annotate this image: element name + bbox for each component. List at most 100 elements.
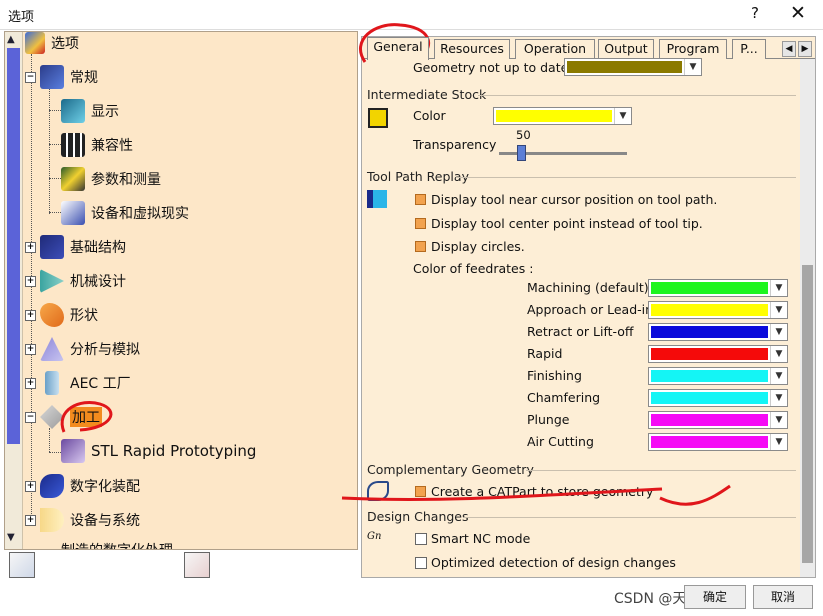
feedrate-label: Approach or Lead-in bbox=[527, 302, 654, 317]
feedrate-color-swatch bbox=[651, 304, 768, 316]
expand-icon[interactable]: + bbox=[25, 309, 36, 321]
chevron-down-icon[interactable]: ▼ bbox=[770, 324, 787, 340]
infrastructure-icon bbox=[40, 235, 64, 259]
transparency-value: 50 bbox=[516, 128, 531, 142]
feedrate-label: Finishing bbox=[527, 368, 582, 383]
panel-scrollbar[interactable] bbox=[800, 59, 815, 577]
chevron-down-icon[interactable]: ▼ bbox=[770, 434, 787, 450]
tab-output[interactable]: Output bbox=[598, 39, 654, 59]
expand-icon[interactable]: + bbox=[25, 241, 36, 253]
expand-icon[interactable]: + bbox=[25, 275, 36, 287]
options-tree: ▲ ▼ 选项 − 常规 显示 兼容性 参数和测量 设备和虚拟现实 + 基础结构 bbox=[4, 31, 358, 550]
tree-node-digital-process[interactable]: 制造的数字化处理 bbox=[61, 538, 173, 549]
tab-bar: General Resources Operation Output Progr… bbox=[362, 37, 815, 60]
tree-node-general[interactable]: − 常规 bbox=[25, 64, 98, 90]
feedrate-color-combo[interactable]: ▼ bbox=[648, 367, 788, 385]
admin-lock-icon[interactable] bbox=[184, 552, 210, 578]
feedrate-color-combo[interactable]: ▼ bbox=[648, 433, 788, 451]
feedrate-color-combo[interactable]: ▼ bbox=[648, 411, 788, 429]
expand-icon[interactable]: + bbox=[25, 514, 36, 526]
tree-scroll-thumb[interactable] bbox=[7, 48, 20, 444]
tree-toolbar bbox=[4, 550, 358, 584]
smart-nc-icon: Gn bbox=[367, 531, 382, 542]
chevron-down-icon[interactable]: ▼ bbox=[770, 280, 787, 296]
tab-resources[interactable]: Resources bbox=[434, 39, 510, 59]
chevron-down-icon[interactable]: ▼ bbox=[770, 390, 787, 406]
smart-nc-checkbox[interactable] bbox=[415, 533, 427, 545]
tree-node-parameters-measure[interactable]: 参数和测量 bbox=[61, 166, 161, 192]
stock-color-combo[interactable]: ▼ bbox=[493, 107, 632, 125]
chevron-down-icon[interactable]: ▼ bbox=[770, 302, 787, 318]
feedrate-color-swatch bbox=[651, 326, 768, 338]
feedrate-label: Plunge bbox=[527, 412, 570, 427]
transparency-label: Transparency bbox=[413, 137, 497, 152]
tab-operation[interactable]: Operation bbox=[515, 39, 595, 59]
tree-node-digital-mockup[interactable]: + 数字化装配 bbox=[25, 473, 140, 499]
tree-node-stl-rapid-prototyping[interactable]: STL Rapid Prototyping bbox=[61, 438, 256, 464]
create-catpart-label: Create a CATPart to store geometry bbox=[431, 484, 654, 499]
expand-icon[interactable]: + bbox=[25, 343, 36, 355]
panel-scroll-thumb[interactable] bbox=[802, 265, 813, 563]
analysis-icon bbox=[40, 337, 64, 361]
tree-node-compatibility[interactable]: 兼容性 bbox=[61, 132, 133, 158]
display-icon bbox=[61, 99, 85, 123]
feedrate-label: Air Cutting bbox=[527, 434, 594, 449]
watermark: CSDN @天 bbox=[614, 591, 687, 607]
tree-node-machining[interactable]: − 加工 bbox=[25, 404, 102, 430]
tab-program[interactable]: Program bbox=[659, 39, 727, 59]
tree-node-shape[interactable]: + 形状 bbox=[25, 302, 98, 328]
window-title: 选项 bbox=[8, 10, 35, 25]
feedrate-color-combo[interactable]: ▼ bbox=[648, 301, 788, 319]
general-icon bbox=[40, 65, 64, 89]
aec-icon bbox=[45, 371, 59, 395]
feedrate-label: Machining (default) bbox=[527, 280, 649, 295]
create-catpart-checkbox[interactable] bbox=[415, 486, 426, 497]
tree-node-analysis[interactable]: + 分析与模拟 bbox=[25, 336, 140, 362]
option-checkbox-3[interactable] bbox=[415, 241, 426, 252]
collapse-icon[interactable]: − bbox=[25, 71, 36, 83]
geometry-not-up-to-date-label: Geometry not up to date bbox=[413, 60, 569, 75]
chevron-down-icon[interactable]: ▼ bbox=[684, 59, 701, 75]
optimized-detection-checkbox[interactable] bbox=[415, 557, 427, 569]
option-checkbox-2[interactable] bbox=[415, 218, 426, 229]
chevron-down-icon[interactable]: ▼ bbox=[614, 108, 631, 124]
feedrate-color-combo[interactable]: ▼ bbox=[648, 345, 788, 363]
cancel-button[interactable]: 取消 bbox=[753, 585, 813, 609]
ok-button[interactable]: 确定 bbox=[684, 585, 746, 609]
reset-options-icon[interactable] bbox=[9, 552, 35, 578]
chevron-down-icon[interactable]: ▼ bbox=[770, 412, 787, 428]
chevron-down-icon[interactable]: ▼ bbox=[770, 346, 787, 362]
devices-icon bbox=[61, 201, 85, 225]
tree-node-mechanical[interactable]: + 机械设计 bbox=[25, 268, 126, 294]
collapse-icon[interactable]: − bbox=[25, 411, 36, 423]
tree-node-display[interactable]: 显示 bbox=[61, 98, 119, 124]
geometry-color-combo[interactable]: ▼ bbox=[564, 58, 702, 76]
tab-scroll-left-icon[interactable]: ◀ bbox=[782, 41, 796, 57]
scroll-down-icon[interactable]: ▼ bbox=[7, 532, 15, 543]
option-label: Display tool center point instead of too… bbox=[431, 216, 703, 231]
tab-scroll-right-icon[interactable]: ▶ bbox=[798, 41, 812, 57]
chevron-down-icon[interactable]: ▼ bbox=[770, 368, 787, 384]
tree-node-equipment-systems[interactable]: + 设备与系统 bbox=[25, 507, 140, 533]
expand-icon[interactable]: + bbox=[25, 480, 36, 492]
expand-icon[interactable]: + bbox=[25, 377, 36, 389]
design-changes-title: Design Changes bbox=[367, 509, 469, 524]
feedrate-color-combo[interactable]: ▼ bbox=[648, 279, 788, 297]
scroll-up-icon[interactable]: ▲ bbox=[7, 34, 15, 45]
close-button[interactable]: ✕ bbox=[786, 2, 810, 24]
tree-scrollbar[interactable]: ▲ ▼ bbox=[5, 32, 23, 549]
options-panel: General Resources Operation Output Progr… bbox=[361, 36, 816, 578]
tab-general[interactable]: General bbox=[367, 37, 429, 60]
tree-node-options[interactable]: 选项 bbox=[25, 32, 79, 56]
option-checkbox-1[interactable] bbox=[415, 194, 426, 205]
feedrate-color-combo[interactable]: ▼ bbox=[648, 323, 788, 341]
complementary-geometry-title: Complementary Geometry bbox=[367, 462, 534, 477]
tree-node-aec-plant[interactable]: + AEC 工厂 bbox=[25, 370, 131, 396]
tree-node-infrastructure[interactable]: + 基础结构 bbox=[25, 234, 126, 260]
tree-node-devices-vr[interactable]: 设备和虚拟现实 bbox=[61, 200, 189, 226]
transparency-slider-thumb[interactable] bbox=[517, 145, 526, 161]
feedrate-color-combo[interactable]: ▼ bbox=[648, 389, 788, 407]
help-button[interactable]: ? bbox=[745, 4, 765, 22]
tab-more[interactable]: P... bbox=[732, 39, 766, 59]
geometry-color-swatch bbox=[567, 61, 682, 73]
